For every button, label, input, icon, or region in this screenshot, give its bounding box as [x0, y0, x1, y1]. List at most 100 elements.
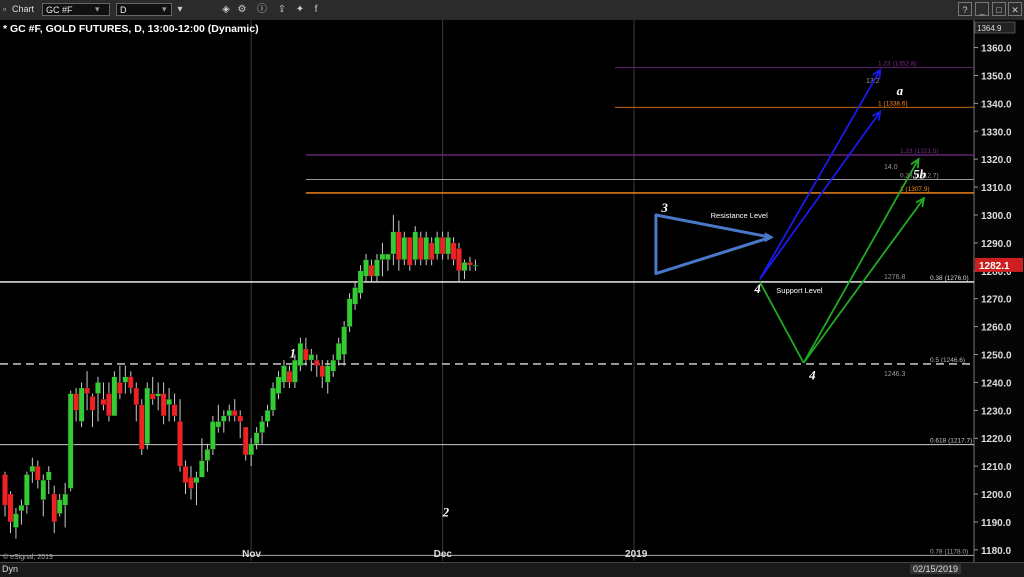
- wave-label: 3: [660, 200, 668, 215]
- candle-up: [18, 505, 25, 511]
- candle-down: [182, 465, 189, 484]
- candle-down: [51, 493, 57, 523]
- candle-up: [24, 474, 30, 506]
- current-price-label: 1282.1: [979, 261, 1010, 272]
- help-button[interactable]: ?: [958, 2, 972, 16]
- candle-up: [390, 231, 397, 255]
- fib-extra-label: 1276.8: [884, 274, 906, 281]
- share-icon[interactable]: ⇪: [276, 3, 288, 16]
- candle-down: [35, 465, 41, 481]
- candle-up: [379, 253, 386, 260]
- candle-up: [248, 443, 254, 456]
- x-tick-label: Nov: [242, 549, 261, 560]
- candle-up: [335, 343, 342, 361]
- chart-icon: ▫: [3, 4, 7, 14]
- candle-down: [138, 404, 145, 450]
- candle-up: [56, 499, 63, 514]
- candle-up: [46, 471, 52, 481]
- candle-up: [144, 387, 150, 444]
- candle-up: [166, 398, 172, 405]
- interval-dropdown-icon[interactable]: ▾: [162, 4, 167, 15]
- candle-up: [445, 237, 451, 255]
- candle-down: [188, 477, 194, 489]
- gold-futures-chart[interactable]: 1180.01190.01200.01210.01220.01230.01240…: [0, 20, 1024, 562]
- candle-up: [308, 354, 315, 361]
- candle-down: [417, 237, 424, 260]
- y-tick-label: 1290.0: [981, 239, 1012, 250]
- status-bar: Dyn 02/15/2019: [0, 562, 1024, 577]
- fib-extra-label: 1246.3: [884, 371, 906, 378]
- candle-up: [412, 231, 418, 260]
- minimize-button[interactable]: _: [975, 2, 989, 16]
- y-tick-label: 1270.0: [981, 295, 1012, 306]
- candle-up: [363, 259, 369, 277]
- interval-menu-icon[interactable]: ▾: [174, 3, 186, 16]
- candle-down: [407, 237, 413, 266]
- candle-up: [215, 421, 222, 428]
- candle-down: [450, 242, 457, 260]
- fib-level-label: 1 (1307.9): [900, 186, 930, 193]
- candle-up: [210, 421, 216, 450]
- candle-down: [242, 426, 249, 456]
- settings-icon[interactable]: ⚙: [236, 3, 248, 16]
- x-tick-label: 2019: [625, 549, 648, 560]
- candle-up: [281, 365, 287, 383]
- y-tick-label: 1350.0: [981, 71, 1012, 82]
- wave-label: 5b: [913, 167, 927, 182]
- candle-down: [467, 262, 473, 266]
- wave-label: 4: [753, 281, 761, 296]
- candle-up: [29, 465, 36, 472]
- candle-up: [78, 387, 85, 422]
- small-fib-label: 14.0: [884, 164, 898, 171]
- candle-up: [221, 415, 227, 422]
- wave-label: 4: [808, 368, 816, 383]
- y-tick-label: 1310.0: [981, 183, 1012, 194]
- y-tick-label: 1230.0: [981, 406, 1012, 417]
- candle-up: [155, 393, 161, 397]
- candle-up: [67, 393, 74, 489]
- candle-up: [13, 513, 19, 528]
- resistance-level-label: Resistance Level: [711, 211, 768, 220]
- candle-up: [352, 287, 358, 305]
- fib-level-label: 0.5 (1246.6): [930, 357, 965, 364]
- candle-down: [73, 393, 79, 411]
- candle-up: [226, 410, 233, 417]
- date-label: 02/15/2019: [910, 564, 962, 574]
- link-icon[interactable]: ◈: [220, 3, 232, 16]
- candle-up: [122, 376, 129, 383]
- candle-up: [330, 359, 336, 372]
- candle-up: [346, 298, 353, 327]
- close-button[interactable]: ✕: [1008, 2, 1022, 16]
- candle-down: [171, 404, 178, 417]
- top-price-label: 1364.9: [977, 24, 1002, 33]
- twitter-icon[interactable]: ✦: [294, 3, 306, 16]
- y-tick-label: 1320.0: [981, 155, 1012, 166]
- chart-background: [0, 20, 1024, 562]
- y-tick-label: 1330.0: [981, 127, 1012, 138]
- fib-level-label: 1.23 (1321.5): [900, 148, 939, 155]
- x-tick-label: Dec: [434, 549, 453, 560]
- candle-down: [439, 237, 446, 255]
- candle-up: [385, 253, 391, 260]
- symbol-dropdown-icon[interactable]: ▾: [95, 4, 100, 15]
- candle-up: [111, 376, 118, 417]
- mode-label[interactable]: Dyn: [2, 564, 18, 574]
- candle-up: [423, 237, 429, 260]
- fib-level-label: 1.23 (1352.8): [878, 61, 917, 68]
- window-titlebar: ▫ Chart GC #F ▾ D ▾ ▾ ◈ ⚙ ⓘ ⇪ ✦ f ? _ □ …: [0, 0, 1024, 21]
- facebook-icon[interactable]: f: [310, 3, 322, 16]
- candle-up: [204, 449, 211, 461]
- candle-down: [2, 474, 8, 506]
- maximize-button[interactable]: □: [992, 2, 1006, 16]
- info-icon[interactable]: ⓘ: [256, 3, 268, 16]
- candle-down: [133, 387, 140, 405]
- candle-down: [231, 410, 238, 417]
- y-tick-label: 1240.0: [981, 378, 1012, 389]
- y-tick-label: 1260.0: [981, 323, 1012, 334]
- window-title: Chart: [12, 4, 35, 14]
- candle-up: [253, 432, 260, 444]
- candle-down: [100, 398, 107, 405]
- support-level-label: Support Level: [776, 286, 823, 295]
- candle-up: [472, 265, 479, 267]
- candle-down: [106, 393, 112, 417]
